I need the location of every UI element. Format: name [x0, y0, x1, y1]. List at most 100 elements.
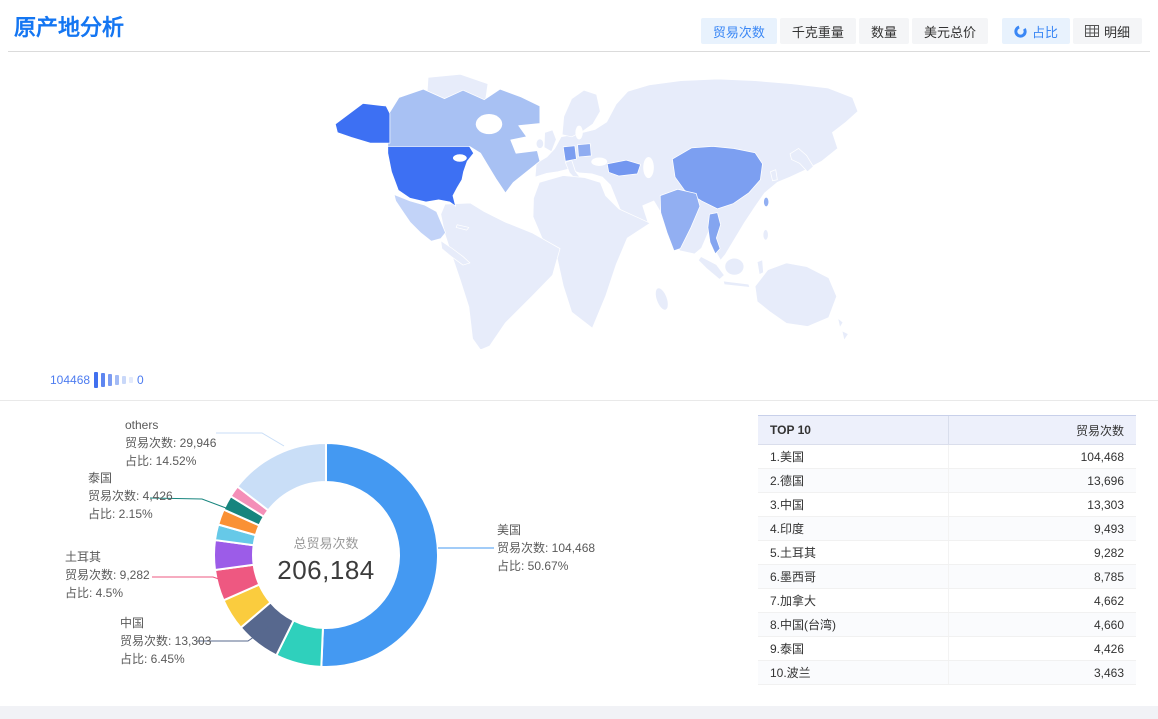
tab-detail-label: 明细: [1104, 22, 1130, 41]
table-cell-country: 10.波兰: [758, 661, 949, 684]
tab-usd-total[interactable]: 美元总价: [912, 18, 988, 44]
legend-bar: [115, 375, 119, 385]
baltic-sea: [575, 126, 582, 140]
callout-count: 贸易次数: 29,946: [125, 434, 216, 452]
landmass-java: [723, 281, 750, 287]
table-row: 7.加拿大4,662: [758, 589, 1136, 613]
table-row: 3.中国13,303: [758, 493, 1136, 517]
caspian-sea: [643, 157, 654, 178]
tab-detail-view[interactable]: 明细: [1073, 18, 1142, 44]
donut-center-label: 总贸易次数 206,184: [246, 533, 406, 586]
table-cell-value: 9,493: [949, 517, 1136, 540]
donut-center-value: 206,184: [246, 555, 406, 586]
landmass-ireland: [536, 139, 543, 149]
legend-bar: [101, 373, 105, 387]
country-usa-alaska[interactable]: [335, 103, 390, 143]
page-title: 原产地分析: [14, 10, 124, 42]
hudson-bay: [476, 114, 503, 134]
callout-count: 贸易次数: 13,303: [120, 632, 211, 650]
landmass-borneo: [725, 258, 744, 275]
country-taiwan[interactable]: [764, 197, 769, 207]
footer-strip: [0, 706, 1158, 719]
callout-name: 中国: [120, 614, 211, 632]
donut-callout-turkey: 土耳其 贸易次数: 9,282 占比: 4.5%: [65, 548, 150, 602]
landmass-australia: [755, 263, 837, 327]
black-sea: [591, 157, 607, 165]
callout-count: 贸易次数: 9,282: [65, 566, 150, 584]
legend-bar: [108, 374, 112, 386]
callout-count: 贸易次数: 104,468: [497, 539, 595, 557]
table-row: 4.印度9,493: [758, 517, 1136, 541]
callout-name: 土耳其: [65, 548, 150, 566]
tab-quantity[interactable]: 数量: [859, 18, 909, 44]
table-cell-value: 104,468: [949, 445, 1136, 468]
table-cell-country: 8.中国(台湾): [758, 613, 949, 636]
donut-callout-others: others 贸易次数: 29,946 占比: 14.52%: [125, 416, 216, 470]
country-germany[interactable]: [563, 146, 576, 161]
origin-analysis-page: 原产地分析 贸易次数 千克重量 数量 美元总价 占比 明细: [0, 0, 1158, 719]
callout-name: 美国: [497, 521, 595, 539]
table-cell-country: 4.印度: [758, 517, 949, 540]
top10-table: TOP 10 贸易次数 1.美国104,4682.德国13,6963.中国13,…: [758, 415, 1136, 685]
table-row: 1.美国104,468: [758, 445, 1136, 469]
table-header-rank: TOP 10: [758, 416, 949, 444]
tab-ratio-label: 占比: [1032, 22, 1058, 41]
table-row: 6.墨西哥8,785: [758, 565, 1136, 589]
legend-bar: [129, 377, 133, 383]
tab-kg-weight[interactable]: 千克重量: [780, 18, 856, 44]
map-color-legend: 104468 0: [50, 372, 144, 388]
great-lakes: [453, 154, 467, 161]
table-cell-value: 13,303: [949, 493, 1136, 516]
donut-callout-china: 中国 贸易次数: 13,303 占比: 6.45%: [120, 614, 211, 668]
callout-name: 泰国: [88, 469, 173, 487]
table-cell-country: 2.德国: [758, 469, 949, 492]
landmass-philippines: [763, 230, 768, 241]
callout-pct: 占比: 50.67%: [497, 557, 595, 575]
table-cell-value: 4,426: [949, 637, 1136, 660]
callout-name: others: [125, 416, 216, 434]
landmass-sulawesi: [757, 260, 763, 275]
table-cell-value: 4,660: [949, 613, 1136, 636]
table-cell-value: 4,662: [949, 589, 1136, 612]
callout-pct: 占比: 14.52%: [125, 452, 216, 470]
callout-count: 贸易次数: 4,426: [88, 487, 173, 505]
tab-trade-count[interactable]: 贸易次数: [701, 18, 777, 44]
country-turkey[interactable]: [607, 160, 640, 176]
table-row: 8.中国(台湾)4,660: [758, 613, 1136, 637]
table-cell-country: 1.美国: [758, 445, 949, 468]
legend-bar: [122, 376, 126, 384]
country-poland[interactable]: [578, 144, 592, 157]
legend-max-value: 104468: [50, 373, 90, 387]
table-cell-value: 3,463: [949, 661, 1136, 684]
table-row: 10.波兰3,463: [758, 661, 1136, 685]
donut-callout-thailand: 泰国 贸易次数: 4,426 占比: 2.15%: [88, 469, 173, 523]
donut-center-title: 总贸易次数: [246, 533, 406, 552]
callout-pct: 占比: 2.15%: [88, 505, 173, 523]
metric-tab-group: 贸易次数 千克重量 数量 美元总价 占比 明细: [701, 18, 1142, 44]
callout-pct: 占比: 4.5%: [65, 584, 150, 602]
table-grid-icon: [1085, 25, 1099, 37]
section-divider: [0, 400, 1158, 401]
table-row: 5.土耳其9,282: [758, 541, 1136, 565]
legend-min-value: 0: [137, 373, 144, 387]
table-cell-country: 6.墨西哥: [758, 565, 949, 588]
donut-callout-usa: 美国 贸易次数: 104,468 占比: 50.67%: [497, 521, 595, 575]
country-mexico[interactable]: [394, 195, 445, 242]
table-row: 9.泰国4,426: [758, 637, 1136, 661]
donut-chart-icon: [1014, 25, 1027, 38]
table-cell-country: 5.土耳其: [758, 541, 949, 564]
world-map-chart: [330, 73, 860, 349]
table-body: 1.美国104,4682.德国13,6963.中国13,3034.印度9,493…: [758, 445, 1136, 685]
landmass-madagascar: [653, 286, 671, 312]
landmass-new-zealand: [838, 318, 849, 340]
callout-pct: 占比: 6.45%: [120, 650, 211, 668]
table-cell-country: 7.加拿大: [758, 589, 949, 612]
legend-color-bars: [94, 372, 133, 388]
table-cell-value: 9,282: [949, 541, 1136, 564]
header-divider: [8, 51, 1150, 52]
table-header-metric: 贸易次数: [949, 416, 1136, 444]
table-cell-country: 9.泰国: [758, 637, 949, 660]
table-header-row: TOP 10 贸易次数: [758, 415, 1136, 445]
tab-ratio-view[interactable]: 占比: [1002, 18, 1070, 44]
table-cell-country: 3.中国: [758, 493, 949, 516]
